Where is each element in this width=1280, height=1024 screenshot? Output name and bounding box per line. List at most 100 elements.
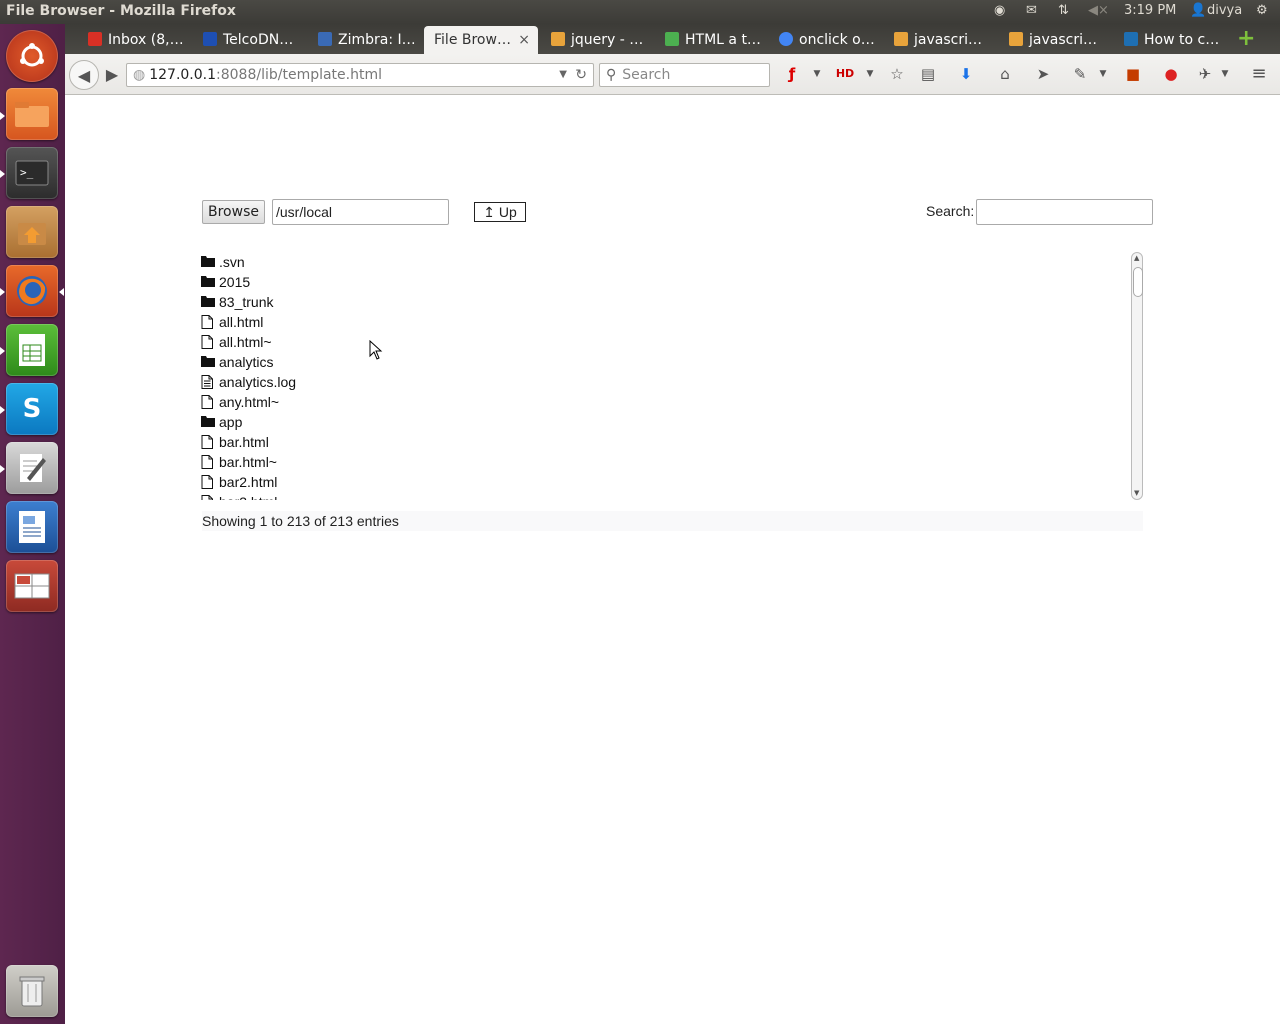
writer-document-icon[interactable] bbox=[6, 501, 58, 553]
file-name: all.html~ bbox=[219, 334, 272, 350]
reading-list-icon[interactable]: ▤ bbox=[918, 64, 938, 84]
focused-indicator bbox=[59, 288, 64, 296]
file-row[interactable]: 83_trunk bbox=[201, 292, 1131, 312]
url-dropdown-icon[interactable]: ▼ bbox=[559, 64, 567, 86]
text-editor-icon[interactable] bbox=[6, 442, 58, 494]
user-icon[interactable]: 👤 bbox=[1190, 3, 1206, 18]
scrollbar-thumb[interactable] bbox=[1133, 267, 1143, 297]
tab-inbox[interactable]: Inbox (8,… bbox=[78, 26, 190, 54]
file-icon bbox=[201, 435, 215, 449]
file-row[interactable]: bar2.html bbox=[201, 472, 1131, 492]
back-arrow-icon: ◀ bbox=[77, 65, 91, 85]
scroll-down-icon[interactable]: ▼ bbox=[1134, 490, 1139, 497]
file-row[interactable]: bar.html bbox=[201, 432, 1131, 452]
clock[interactable]: 3:19 PM bbox=[1124, 3, 1176, 18]
forward-button[interactable]: ▶ bbox=[101, 60, 123, 88]
dropdown-arrow-icon[interactable]: ▼ bbox=[860, 64, 880, 84]
search-label: Search: bbox=[926, 203, 975, 219]
addon-icon[interactable]: ■ bbox=[1123, 64, 1143, 84]
file-row[interactable]: analytics bbox=[201, 352, 1131, 372]
tab-jquery[interactable]: jquery - … bbox=[541, 26, 653, 54]
search-input[interactable] bbox=[976, 199, 1153, 225]
extension-icon[interactable]: ✈ bbox=[1195, 64, 1215, 84]
url-bar[interactable]: ◍ 127.0.0.1:8088/lib/template.html ▼ ↻ bbox=[126, 63, 594, 87]
file-row[interactable]: bar3.html bbox=[201, 492, 1131, 500]
zimbra-icon bbox=[318, 32, 332, 46]
file-row[interactable]: analytics.log bbox=[201, 372, 1131, 392]
tab-onclick[interactable]: onclick o… bbox=[769, 26, 881, 54]
hd-video-icon[interactable]: HD bbox=[835, 64, 855, 84]
file-icon bbox=[201, 335, 215, 349]
file-row[interactable]: app bbox=[201, 412, 1131, 432]
home-icon[interactable]: ⌂ bbox=[995, 64, 1015, 84]
running-indicator bbox=[0, 170, 5, 178]
search-bar[interactable]: ⚲ Search bbox=[599, 63, 770, 87]
ubuntu-dash-icon[interactable] bbox=[6, 30, 58, 82]
up-arrow-icon: ↥ bbox=[483, 204, 495, 220]
firefox-icon[interactable] bbox=[6, 265, 58, 317]
file-row[interactable]: any.html~ bbox=[201, 392, 1131, 412]
tab-html[interactable]: HTML a t… bbox=[655, 26, 767, 54]
hamburger-menu-icon[interactable]: ≡ bbox=[1249, 64, 1269, 84]
user-name[interactable]: divya bbox=[1207, 3, 1242, 18]
trash-icon[interactable] bbox=[6, 965, 58, 1017]
settings-gear-icon[interactable]: ⚙ bbox=[1256, 3, 1268, 18]
dev-tools-icon[interactable]: ✎ bbox=[1070, 64, 1090, 84]
tab-javascript-2[interactable]: javascri… bbox=[999, 26, 1111, 54]
browse-button[interactable]: Browse bbox=[202, 200, 265, 224]
skype-icon[interactable]: S bbox=[6, 383, 58, 435]
spreadsheet-calc-icon[interactable] bbox=[6, 324, 58, 376]
running-indicator bbox=[0, 112, 5, 120]
dropdown-arrow-icon[interactable]: ▼ bbox=[807, 64, 827, 84]
workspace-switcher-icon[interactable] bbox=[6, 560, 58, 612]
gmail-icon bbox=[88, 32, 102, 46]
sound-muted-icon[interactable]: ◀× bbox=[1088, 3, 1109, 18]
tab-zimbra[interactable]: Zimbra: I… bbox=[308, 26, 420, 54]
new-tab-button[interactable]: + bbox=[1237, 27, 1255, 51]
running-indicator bbox=[0, 465, 5, 473]
folder-icon bbox=[201, 355, 215, 369]
send-icon[interactable]: ➤ bbox=[1033, 64, 1053, 84]
record-icon[interactable]: ● bbox=[1161, 64, 1181, 84]
tab-how-to[interactable]: How to c… bbox=[1114, 26, 1226, 54]
dropdown-arrow-icon[interactable]: ▼ bbox=[1093, 64, 1113, 84]
skype-indicator-icon[interactable]: ◉ bbox=[994, 3, 1005, 18]
network-icon[interactable]: ⇅ bbox=[1058, 3, 1069, 18]
file-row[interactable]: all.html~ bbox=[201, 332, 1131, 352]
running-indicator bbox=[0, 406, 5, 414]
mail-icon[interactable]: ✉ bbox=[1026, 3, 1037, 18]
reload-icon[interactable]: ↻ bbox=[575, 64, 587, 86]
terminal-icon[interactable]: >_ bbox=[6, 147, 58, 199]
unity-launcher: >_ S bbox=[0, 24, 66, 1024]
scroll-up-icon[interactable]: ▲ bbox=[1134, 255, 1139, 262]
file-row[interactable]: .svn bbox=[201, 252, 1131, 272]
close-tab-icon[interactable]: × bbox=[518, 26, 530, 54]
dropdown-arrow-icon[interactable]: ▼ bbox=[1215, 64, 1235, 84]
file-row[interactable]: all.html bbox=[201, 312, 1131, 332]
up-button[interactable]: ↥ Up bbox=[474, 202, 526, 222]
flash-icon[interactable]: ƒ bbox=[782, 64, 802, 84]
site-info-icon[interactable]: ◍ bbox=[133, 67, 145, 83]
download-icon[interactable]: ⬇ bbox=[956, 64, 976, 84]
back-button[interactable]: ◀ bbox=[69, 60, 99, 90]
entries-info: Showing 1 to 213 of 213 entries bbox=[202, 511, 1143, 531]
file-name: .svn bbox=[219, 254, 245, 270]
files-folder-icon[interactable] bbox=[6, 88, 58, 140]
file-list[interactable]: .svn 2015 83_trunk all.html all.html~ analyti… bbox=[201, 252, 1131, 500]
bookmark-star-icon[interactable]: ☆ bbox=[887, 64, 907, 84]
path-input[interactable]: /usr/local bbox=[272, 199, 449, 225]
navigation-toolbar: ◀ ▶ ◍ 127.0.0.1:8088/lib/template.html ▼ … bbox=[65, 54, 1280, 95]
running-indicator bbox=[0, 288, 5, 296]
tab-javascript-1[interactable]: javascri… bbox=[884, 26, 996, 54]
software-center-icon[interactable] bbox=[6, 206, 58, 258]
svg-text:>_: >_ bbox=[20, 166, 34, 179]
tab-telcodn[interactable]: TelcoDN… bbox=[193, 26, 305, 54]
tab-file-browser[interactable]: File Brow… × bbox=[424, 26, 538, 54]
file-name: bar3.html bbox=[219, 492, 277, 500]
file-name: any.html~ bbox=[219, 394, 280, 410]
file-list-scrollbar[interactable]: ▲ ▼ bbox=[1131, 252, 1143, 500]
file-icon bbox=[201, 395, 215, 409]
file-row[interactable]: bar.html~ bbox=[201, 452, 1131, 472]
file-row[interactable]: 2015 bbox=[201, 272, 1131, 292]
stackoverflow-icon bbox=[1009, 32, 1023, 46]
